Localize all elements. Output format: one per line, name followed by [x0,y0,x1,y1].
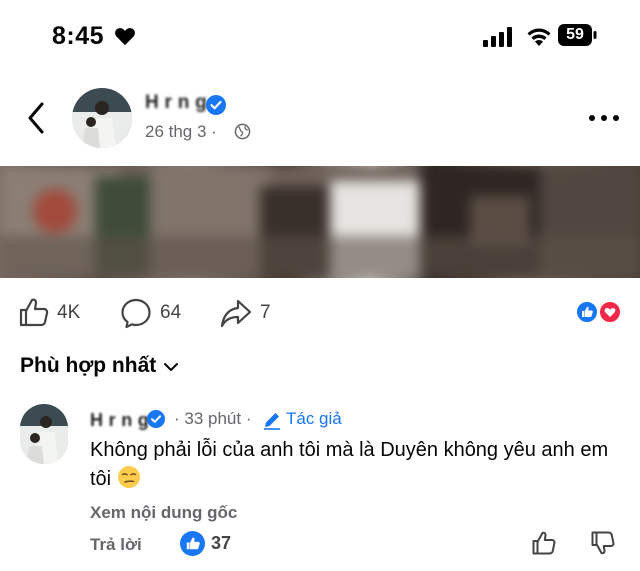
avatar[interactable] [72,88,132,148]
heart-icon [115,28,135,46]
back-button[interactable] [22,100,52,136]
author-tag: Tác giả [286,409,342,428]
comment-count[interactable]: 64 [160,302,181,324]
thumbs-down-icon[interactable] [590,530,616,556]
battery-level: 59 [566,26,584,43]
comment-icon[interactable] [120,297,152,329]
comment-body: Không phải lỗi của anh tôi mà là Duyên k… [90,439,609,490]
post-image[interactable] [0,166,640,278]
comment-text: Không phải lỗi của anh tôi mà là Duyên k… [90,436,610,494]
comment-like-count[interactable]: 37 [211,533,231,554]
comment-sort-dropdown[interactable]: Phù hợp nhất [20,354,156,378]
post-date: 26 thg 3 · [145,122,217,141]
like-count[interactable]: 4K [57,302,80,324]
reply-button[interactable]: Trả lời [90,535,142,555]
verified-badge-icon [206,95,226,115]
share-icon[interactable] [220,297,252,329]
more-options-icon[interactable] [588,113,620,123]
signal-icon [483,27,512,47]
like-icon[interactable] [18,296,50,328]
verified-badge-icon [147,410,165,428]
wifi-icon [527,28,551,46]
post-author-name[interactable]: H r n g [145,92,208,114]
comment-time: · 33 phút · [174,409,252,428]
pencil-icon [264,413,280,430]
reaction-summary-icons[interactable] [574,300,624,324]
like-reaction-icon[interactable] [180,531,205,556]
status-time: 8:45 [52,22,105,50]
comment-avatar[interactable] [20,404,68,464]
see-original-link[interactable]: Xem nội dung gốc [90,503,237,523]
thumbs-up-icon[interactable] [531,530,557,556]
battery-icon: 59 [558,24,598,46]
share-count[interactable]: 7 [260,302,271,324]
globe-icon [234,123,251,140]
comment-author-name[interactable]: H r n g [90,410,150,431]
smirking-face-icon [118,466,141,488]
chevron-down-icon[interactable] [163,361,179,373]
